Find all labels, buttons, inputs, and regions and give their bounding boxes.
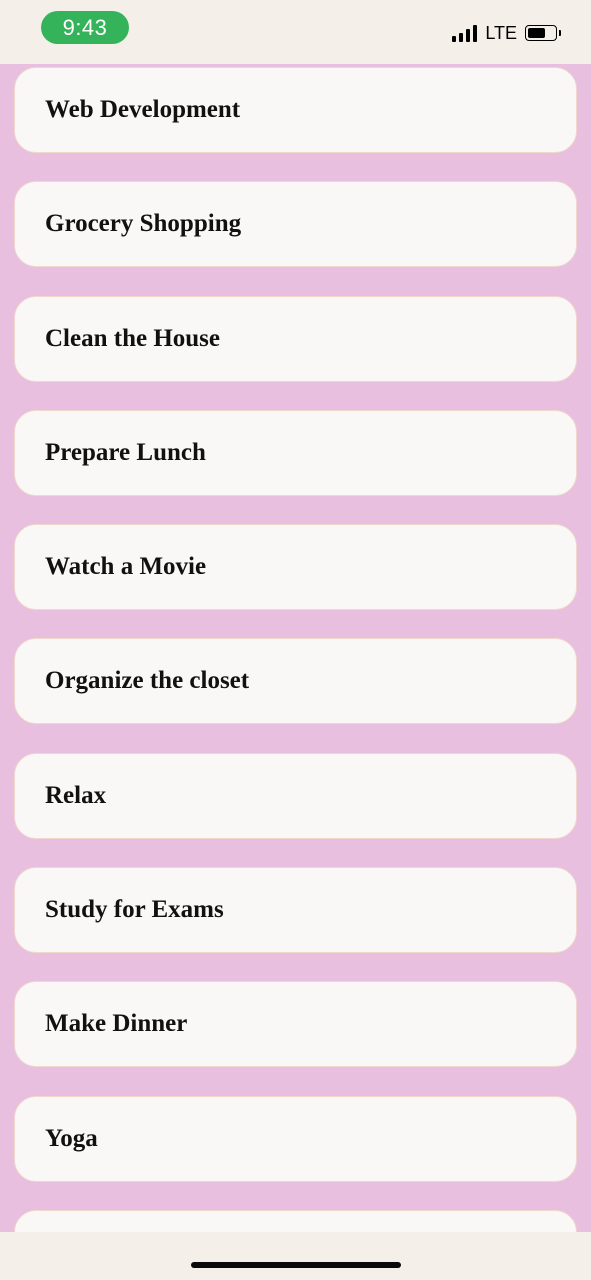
task-card-partial[interactable] [14,1209,577,1232]
task-label: Prepare Lunch [45,438,206,466]
task-label: Grocery Shopping [45,210,242,238]
task-card-make-dinner[interactable]: Make Dinner [14,981,577,1068]
task-card-study-for-exams[interactable]: Study for Exams [14,867,577,954]
home-indicator[interactable] [191,1262,401,1268]
task-label: Make Dinner [45,1010,188,1038]
bottom-bar [0,1232,591,1280]
task-label: Clean the House [45,324,220,352]
task-list: Web Development Grocery Shopping Clean t… [14,67,577,1232]
task-label: Relax [45,781,107,809]
task-card-relax[interactable]: Relax [14,752,577,839]
task-list-scroll-area[interactable]: Web Development Grocery Shopping Clean t… [0,64,591,1232]
task-card-web-development[interactable]: Web Development [14,67,577,153]
cellular-signal-icon [452,24,478,42]
status-bar: 9:43 LTE [0,0,591,64]
status-indicators: LTE [452,22,561,44]
task-card-clean-the-house[interactable]: Clean the House [14,295,577,382]
status-time[interactable]: 9:43 [41,11,129,44]
task-card-organize-the-closet[interactable]: Organize the closet [14,638,577,725]
task-card-prepare-lunch[interactable]: Prepare Lunch [14,409,577,496]
battery-icon [525,25,561,41]
task-label: Watch a Movie [45,553,207,581]
task-card-grocery-shopping[interactable]: Grocery Shopping [14,181,577,268]
network-type-label: LTE [485,23,517,43]
task-label: Study for Exams [45,896,224,924]
task-label: Organize the closet [45,667,250,695]
task-label: Yoga [45,1124,98,1152]
task-card-watch-a-movie[interactable]: Watch a Movie [14,524,577,611]
task-card-yoga[interactable]: Yoga [14,1095,577,1182]
task-label: Web Development [45,96,241,123]
